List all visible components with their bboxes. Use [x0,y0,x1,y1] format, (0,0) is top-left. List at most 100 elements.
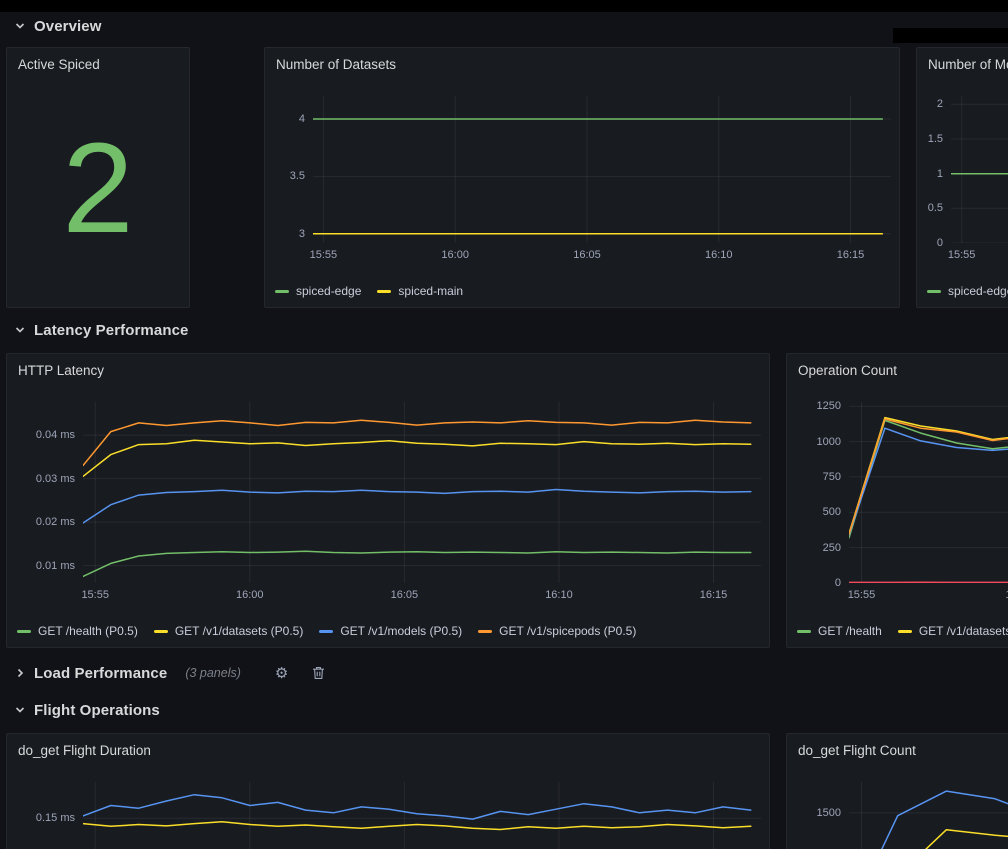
panel-title[interactable]: do_get Flight Count [787,734,1008,758]
x-axis-label: 16:00 [997,588,1008,602]
y-axis-label: 1 [925,167,943,181]
panel-title[interactable]: Number of Datasets [265,48,899,72]
x-axis-label: 15:55 [839,588,883,602]
chart-operation-count[interactable]: 02505007501000125015:5516:0016:0516:1016… [795,402,1008,605]
legend-item[interactable]: GET /v1/datasets [898,624,1008,638]
y-axis-label: 3 [273,227,305,241]
section-row-load-performance[interactable]: Load Performance (3 panels) ⚙ [14,661,325,685]
panel-http-latency: HTTP Latency 0.01 ms0.02 ms0.03 ms0.04 m… [6,353,770,648]
panel-title[interactable]: Active Spiced [7,48,189,72]
section-row-overview[interactable]: Overview [14,14,102,38]
top-right-black-box [893,28,1008,43]
trash-icon[interactable] [312,666,325,680]
legend-item[interactable]: spiced-main [377,284,463,298]
chart-do-get-flight-count[interactable]: 150015:5516:0016:0516:1016:15 [795,782,1008,849]
panel-number-of-models: Number of Models 00.511.5215:5516:0016:0… [916,47,1008,308]
series-line [83,440,751,476]
legend-series-label: spiced-edge [948,284,1008,298]
legend-item[interactable]: GET /v1/datasets (P0.5) [154,624,304,638]
y-axis-label: 0.04 ms [15,428,75,442]
y-axis-label: 500 [795,505,841,519]
x-axis-label: 16:05 [565,248,609,262]
legend-item[interactable]: GET /v1/models (P0.5) [319,624,462,638]
legend-series-color [275,290,289,293]
chart-legend: spiced-edge spiced-main [275,282,895,300]
legend-item[interactable]: GET /v1/spicepods (P0.5) [478,624,636,638]
chart-number-of-datasets[interactable]: 3 3.5 4 15:55 16:00 16:05 16:10 16:15 [273,96,891,265]
section-title: Latency Performance [34,322,188,339]
panel-title[interactable]: HTTP Latency [7,354,769,378]
panel-do-get-flight-duration: do_get Flight Duration 0.15 ms15:5516:00… [6,733,770,849]
legend-item[interactable]: GET /health (P0.5) [17,624,138,638]
y-axis-label: 0.03 ms [15,472,75,486]
x-axis-label: 15:55 [73,588,117,602]
plot-area[interactable] [849,402,1008,583]
section-row-latency-performance[interactable]: Latency Performance [14,318,188,342]
panel-title[interactable]: Number of Models [917,48,1008,72]
y-axis-label: 4 [273,112,305,126]
y-axis-label: 750 [795,470,841,484]
panel-do-get-flight-count: do_get Flight Count 150015:5516:0016:051… [786,733,1008,849]
section-title: Overview [34,18,102,35]
legend-series-color [797,630,811,633]
y-axis-label: 0.01 ms [15,559,75,573]
gear-icon[interactable]: ⚙ [275,666,288,681]
plot-area[interactable] [83,782,761,849]
x-axis-label: 15:55 [940,248,984,262]
panel-title[interactable]: Operation Count [787,354,1008,378]
grafana-dashboard: Overview Active Spiced 2 Number of Datas… [0,0,1008,849]
y-axis-label: 2 [925,97,943,111]
legend-series-color [927,290,941,293]
legend-item[interactable]: GET /health [797,624,882,638]
legend-series-label: GET /v1/models (P0.5) [340,624,462,638]
chart-legend: GET /health (P0.5) GET /v1/datasets (P0.5… [17,622,765,640]
panel-number-of-datasets: Number of Datasets 3 3.5 4 15:55 16:00 16:05 1… [264,47,900,308]
legend-item[interactable]: spiced-edge [275,284,361,298]
y-axis-label: 3.5 [273,169,305,183]
panel-active-spiced: Active Spiced 2 [6,47,190,308]
legend-item[interactable]: spiced-edge [927,284,1008,298]
section-panel-count: (3 panels) [185,666,241,680]
chart-http-latency[interactable]: 0.01 ms0.02 ms0.03 ms0.04 ms15:5516:0016… [15,402,761,605]
plot-area[interactable] [849,782,1008,849]
x-axis-label: 15:55 [301,248,345,262]
y-axis-label: 1500 [795,806,841,820]
legend-series-label: GET /v1/datasets (P0.5) [175,624,304,638]
legend-series-label: GET /health (P0.5) [38,624,138,638]
x-axis-label: 16:15 [692,588,736,602]
chart-legend: spiced-edge [927,282,1008,300]
x-axis-label: 16:00 [433,248,477,262]
panel-title[interactable]: do_get Flight Duration [7,734,769,758]
y-axis-label: 1250 [795,399,841,413]
y-axis-label: 0.15 ms [15,811,75,825]
x-axis-label: 16:00 [228,588,272,602]
plot-area[interactable] [83,402,761,583]
legend-series-label: GET /health [818,624,882,638]
legend-series-color [478,630,492,633]
section-row-flight-operations[interactable]: Flight Operations [14,698,160,722]
legend-series-color [17,630,31,633]
legend-series-color [154,630,168,633]
legend-series-label: spiced-main [398,284,463,298]
chart-number-of-models[interactable]: 00.511.5215:5516:0016:0516:1016:15 [925,96,1008,265]
series-line [83,795,751,819]
legend-series-label: GET /v1/datasets [919,624,1008,638]
legend-series-label: spiced-edge [296,284,361,298]
legend-series-color [377,290,391,293]
stat-value: 2 [7,82,189,295]
x-axis-label: 16:05 [382,588,426,602]
chart-legend: GET /health GET /v1/datasets [797,622,1008,640]
y-axis-label: 250 [795,541,841,555]
plot-area[interactable] [951,96,1008,243]
top-black-bar [0,0,1008,12]
x-axis-label: 16:10 [697,248,741,262]
x-axis-label: 16:15 [829,248,873,262]
y-axis-label: 1.5 [925,132,943,146]
chevron-down-icon [14,20,26,32]
plot-area[interactable] [313,96,891,243]
series-line [83,822,751,830]
legend-series-color [898,630,912,633]
chart-do-get-flight-duration[interactable]: 0.15 ms15:5516:0016:0516:1016:15 [15,782,761,849]
legend-series-color [319,630,333,633]
legend-series-label: GET /v1/spicepods (P0.5) [499,624,636,638]
